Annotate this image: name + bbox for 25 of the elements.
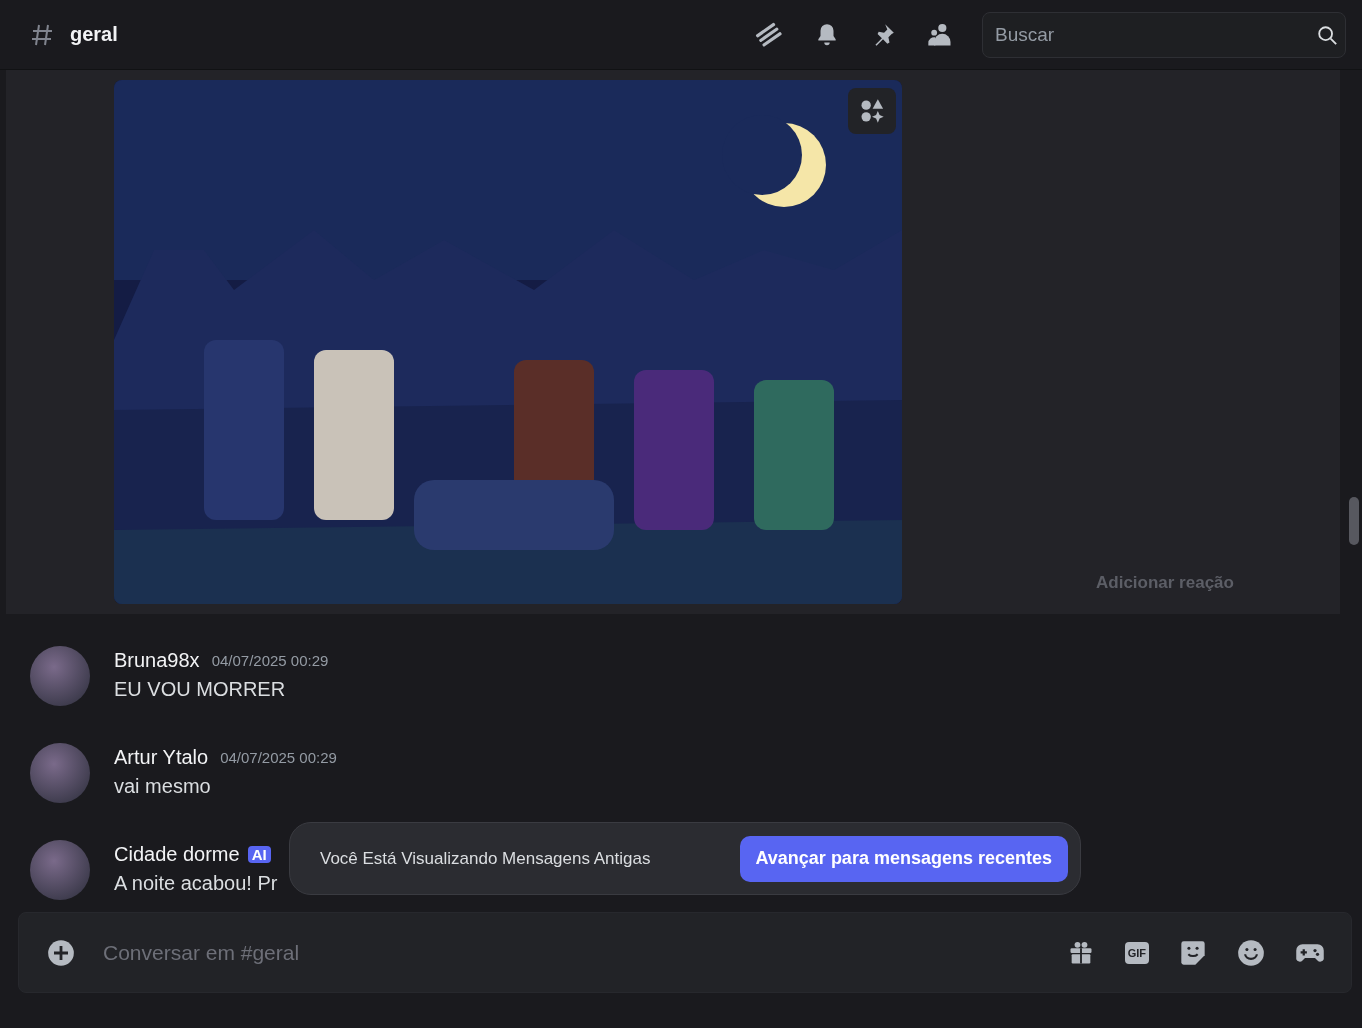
message-text: A noite acabou! Pr <box>114 872 278 895</box>
message-text: vai mesmo <box>114 775 212 798</box>
plus-icon[interactable] <box>47 938 75 967</box>
sticker-icon[interactable] <box>1179 938 1207 967</box>
timestamp: 04/07/2025 00:29 <box>211 651 329 669</box>
search-icon[interactable] <box>1316 23 1338 46</box>
timestamp: 04/07/2025 00:29 <box>220 748 337 766</box>
channel-name: geral <box>70 23 118 46</box>
apps-button[interactable] <box>848 88 896 134</box>
message-input[interactable]: Conversar em #geral <box>101 939 1037 966</box>
user-avatar[interactable] <box>30 743 90 803</box>
message-text: EU VOU MORRER <box>114 678 287 701</box>
gif-button[interactable]: GIF <box>1124 941 1149 964</box>
scrollbar-thumb[interactable] <box>1349 497 1359 545</box>
app-badge: AI <box>247 845 271 863</box>
channel-hash-icon <box>30 22 54 47</box>
user-avatar[interactable] <box>30 840 90 900</box>
old-messages-notice: Você Está Visualizando Mensagens Antigas <box>320 848 651 869</box>
author-name[interactable]: Artur Ytalo <box>114 745 209 769</box>
search-field[interactable]: Buscar <box>982 11 1346 58</box>
author-name[interactable]: Cidade dorme <box>114 842 240 866</box>
jump-to-present-button[interactable]: Avançar para mensagens recentes <box>739 835 1068 882</box>
author-name[interactable]: Bruna98x <box>114 648 200 672</box>
emoji-icon[interactable] <box>1237 938 1265 967</box>
user-avatar[interactable] <box>30 646 90 706</box>
